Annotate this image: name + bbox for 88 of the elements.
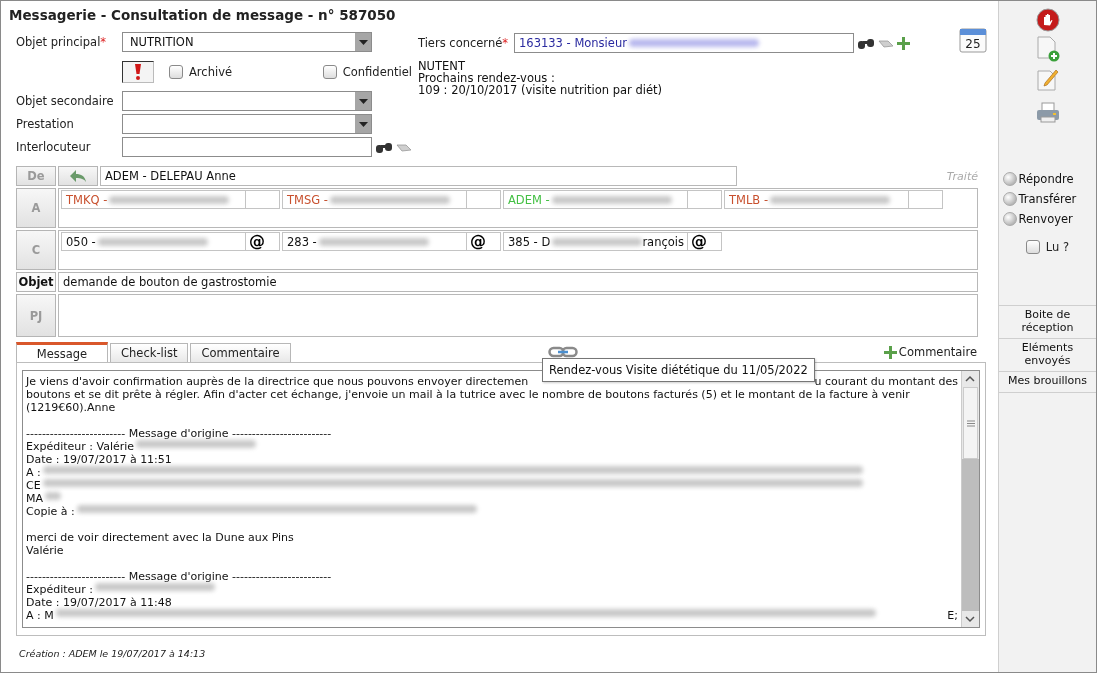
message-line: ------------------------- Message d'origine ------------------------- <box>26 570 332 583</box>
message-line: A : <box>26 466 41 479</box>
bullet-icon <box>1002 172 1017 186</box>
bullet-icon <box>1002 212 1017 226</box>
dropdown-arrow-icon[interactable] <box>358 98 368 104</box>
third-party-field[interactable]: 163133 - Monsieur <box>514 33 854 53</box>
message-line: E; <box>947 609 958 622</box>
message-line: CE <box>26 479 41 492</box>
reply-button[interactable] <box>58 166 98 186</box>
main-object-select[interactable]: NUTRITION <box>122 32 372 52</box>
scroll-thumb[interactable] <box>963 387 978 459</box>
service-select[interactable] <box>122 114 372 134</box>
checkbox-label: Confidentiel <box>342 65 412 79</box>
recipient[interactable]: TMSG - <box>282 190 467 209</box>
add-comment-button[interactable]: Commentaire <box>883 345 977 359</box>
status-label: Traité <box>946 169 978 183</box>
plus-icon[interactable] <box>883 345 897 359</box>
message-line: A : M <box>26 609 54 622</box>
plus-icon[interactable] <box>897 36 910 50</box>
email-button[interactable]: @ <box>688 232 722 251</box>
checkbox-label: Lu ? <box>1045 240 1070 254</box>
eraser-icon[interactable] <box>878 37 894 49</box>
message-line: Date : 19/07/2017 à 11:51 <box>26 453 172 466</box>
message-line: u courant du montant des <box>814 375 958 388</box>
attachments-field[interactable] <box>58 294 978 337</box>
message-line: merci de voir directement avec la Dune aux Pins <box>26 531 294 544</box>
checkbox-label: Archivé <box>189 65 233 79</box>
recipient[interactable]: 050 - <box>61 232 246 251</box>
message-line: Expéditeur : <box>26 583 94 596</box>
tab[interactable]: Message <box>16 342 108 362</box>
scrollbar[interactable] <box>961 371 979 627</box>
message-line: Je viens d'avoir confirmation auprès de la directrice que nous pouvons envoyer directemen <box>26 375 529 388</box>
field-label: Prestation <box>16 117 75 131</box>
recipient[interactable]: TMKQ - <box>61 190 246 209</box>
binoculars-icon[interactable] <box>375 140 393 154</box>
link-icon[interactable] <box>547 346 578 358</box>
priority-button[interactable] <box>122 61 154 83</box>
checkbox[interactable] <box>169 65 183 79</box>
message-line: Expéditeur : Valérie <box>26 440 135 453</box>
reply-arrow-icon <box>70 170 86 182</box>
field-label: Objet secondaire <box>16 94 115 108</box>
recipient[interactable]: 385 - D rançois <box>503 232 688 251</box>
exclamation-icon <box>134 64 142 80</box>
dropdown-arrow-icon[interactable] <box>358 121 368 127</box>
field-label: Tiers concerné* <box>418 36 508 50</box>
stop-hand-icon[interactable] <box>1035 8 1060 32</box>
message-line: Valérie <box>26 544 64 557</box>
email-button[interactable]: @ <box>246 232 280 251</box>
binoculars-icon[interactable] <box>857 36 875 50</box>
message-line: Copie à : <box>26 505 75 518</box>
recipient[interactable]: 283 - <box>282 232 467 251</box>
info-line: 109 : 20/10/2017 (visite nutrition par diét) <box>418 84 663 96</box>
creation-note: Création : ADEM le 19/07/2017 à 14:13 <box>19 648 207 659</box>
dropdown-arrow-icon[interactable] <box>358 39 368 45</box>
checkbox[interactable] <box>1025 240 1040 254</box>
info-line: Prochains rendez-vous : <box>418 72 555 84</box>
folder-link[interactable]: Eléments envoyés <box>999 339 1096 372</box>
message-line: (1219€60).Anne <box>26 401 116 414</box>
field-label: Interlocuteur <box>16 140 92 154</box>
recipient[interactable]: TMLB - <box>724 190 909 209</box>
checkbox[interactable] <box>322 65 337 79</box>
tab[interactable]: Commentaire <box>190 343 291 362</box>
email-button[interactable]: @ <box>467 232 501 251</box>
secondary-object-select[interactable] <box>122 91 372 111</box>
eraser-icon[interactable] <box>396 141 412 153</box>
message-line: boutons et se dit prête à régler. Afin d'acter cet échange, j'envoie un mail à la tutrice avec le nombre de boutons facturés (5) et le montant de la facture à venir <box>26 388 910 401</box>
message-line: ------------------------- Message d'origine ------------------------- <box>26 427 332 440</box>
folder-link[interactable]: Mes brouillons <box>999 372 1096 393</box>
subject-label: Objet <box>16 272 56 292</box>
bullet-icon <box>1002 192 1017 206</box>
info-line: NUTENT <box>418 60 465 72</box>
grip-icon <box>966 419 975 427</box>
action-button[interactable]: Transférer <box>1002 192 1093 206</box>
window-title: Messagerie - Consultation de message - n° 587050 <box>9 7 397 23</box>
folder-link[interactable]: Boite de réception <box>999 306 1096 339</box>
calendar-icon[interactable]: 25 <box>958 26 988 54</box>
action-button[interactable]: Renvoyer <box>1002 212 1093 226</box>
printer-icon[interactable] <box>1034 102 1061 124</box>
tooltip: Rendez-vous Visite diététique du 11/05/2022 <box>542 358 815 382</box>
message-line: MA <box>26 492 43 505</box>
action-button[interactable]: Répondre <box>1002 172 1093 186</box>
tab[interactable]: Check-list <box>110 343 189 362</box>
message-line: Date : 19/07/2017 à 11:48 <box>26 596 172 609</box>
new-document-icon[interactable] <box>1035 36 1060 62</box>
subject-field[interactable]: demande de bouton de gastrostomie <box>58 272 978 292</box>
field-label: Objet principal* <box>16 35 108 49</box>
sender-field[interactable]: ADEM - DELEPAU Anne <box>100 166 737 186</box>
contact-field[interactable] <box>122 137 372 157</box>
